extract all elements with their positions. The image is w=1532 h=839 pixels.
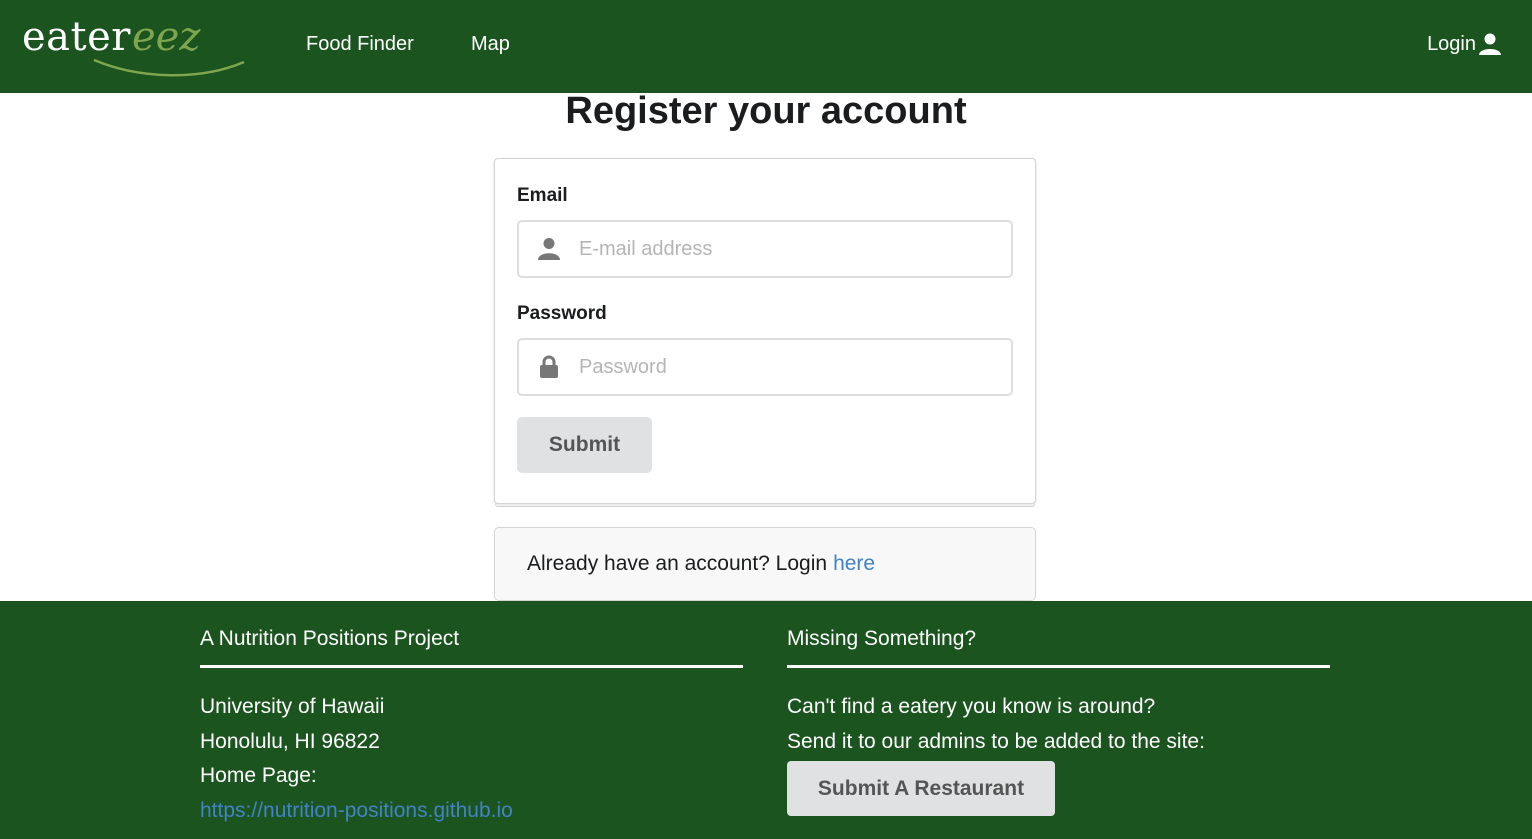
footer-missing-something: Missing Something? Can't find a eatery y… (787, 627, 1330, 816)
page-title: Register your account (565, 90, 967, 132)
password-field-wrapper (517, 338, 1013, 396)
password-input[interactable] (579, 355, 999, 379)
submit-button[interactable]: Submit (517, 417, 652, 473)
password-label: Password (517, 303, 607, 324)
user-icon (519, 237, 579, 261)
footer-divider (787, 665, 1330, 668)
footer: A Nutrition Positions Project University… (0, 601, 1532, 839)
register-form: Email Password Submit (494, 158, 1036, 504)
footer-missing-line-2: Send it to our admins to be added to the… (787, 729, 1205, 753)
top-navbar: eater eez Food Finder Map Login (0, 0, 1532, 93)
footer-homepage-label: Home Page: (200, 764, 317, 787)
footer-address: Honolulu, HI 96822 (200, 729, 380, 753)
email-label: Email (517, 185, 568, 206)
login-menu[interactable]: Login (1427, 32, 1502, 56)
footer-divider (200, 665, 743, 668)
footer-university: University of Hawaii (200, 695, 385, 718)
footer-project-info: A Nutrition Positions Project University… (200, 627, 743, 828)
email-input[interactable] (579, 237, 999, 261)
user-icon (1479, 33, 1501, 55)
email-field-wrapper (517, 220, 1013, 278)
login-here-link[interactable]: here (833, 552, 875, 576)
logo-swoosh-icon (93, 58, 245, 77)
footer-missing-line-1: Can't find a eatery you know is around? (787, 695, 1156, 718)
login-label: Login (1427, 32, 1476, 55)
login-prompt-text: Already have an account? Login (527, 552, 828, 575)
lock-icon (519, 355, 579, 379)
footer-homepage-link[interactable]: https://nutrition-positions.github.io (200, 799, 513, 822)
footer-project-heading: A Nutrition Positions Project (200, 627, 460, 650)
nav-map[interactable]: Map (471, 33, 510, 56)
nav-food-finder[interactable]: Food Finder (306, 33, 414, 56)
login-prompt-message: Already have an account? Login here (494, 527, 1036, 601)
footer-missing-heading: Missing Something? (787, 627, 977, 650)
submit-restaurant-button[interactable]: Submit A Restaurant (787, 761, 1055, 816)
